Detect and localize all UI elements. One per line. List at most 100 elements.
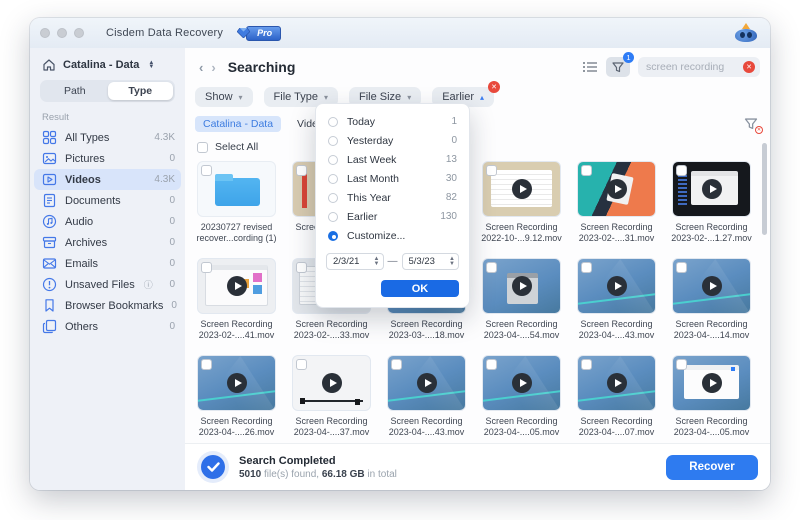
radio-icon[interactable] (328, 117, 338, 127)
ok-button[interactable]: OK (381, 280, 459, 297)
stepper-icon[interactable]: ▲▼ (449, 257, 455, 266)
back-button[interactable]: ‹ (195, 60, 207, 75)
file-checkbox[interactable] (486, 165, 497, 176)
show-filter-dropdown[interactable]: Show▾ (195, 87, 253, 107)
mascot-icon[interactable] (732, 23, 760, 43)
file-checkbox[interactable] (201, 262, 212, 273)
scrollbar[interactable] (762, 143, 767, 235)
file-checkbox[interactable] (391, 359, 402, 370)
tab-type[interactable]: Type (108, 82, 174, 100)
sidebar-item-audio[interactable]: Audio 0 (30, 211, 185, 232)
radio-icon[interactable] (328, 155, 338, 165)
file-card[interactable]: Screen Recording2023-02-....31.mov (569, 161, 664, 244)
file-card[interactable]: Screen Recording2023-04-....14.mov (664, 258, 759, 341)
select-all-checkbox[interactable] (197, 142, 208, 153)
file-card[interactable]: Screen Recording2023-04-....05.mov (664, 355, 759, 438)
minimize-window-button[interactable] (57, 28, 67, 38)
file-card[interactable]: 20230727 revisedrecover...cording (1) (189, 161, 284, 244)
date-from-stepper[interactable]: 2/3/21 ▲▼ (326, 253, 384, 270)
stepper-icon[interactable]: ▲▼ (374, 257, 380, 266)
clear-filters-button[interactable]: ✕ (744, 117, 760, 131)
date-to-stepper[interactable]: 5/3/23 ▲▼ (402, 253, 460, 270)
file-thumbnail[interactable] (577, 258, 656, 314)
file-checkbox[interactable] (296, 165, 307, 176)
option-yesterday[interactable]: Yesterday 0 (316, 131, 469, 150)
radio-icon[interactable] (328, 174, 338, 184)
radio-icon[interactable] (328, 136, 338, 146)
file-card[interactable]: Screen Recording2023-04-....07.mov (569, 355, 664, 438)
tab-path[interactable]: Path (42, 82, 108, 100)
sidebar-item-documents[interactable]: Documents 0 (30, 190, 185, 211)
file-card[interactable]: Screen Recording2023-04-....43.mov (379, 355, 474, 438)
file-card[interactable]: Screen Recording2023-04-....05.mov (474, 355, 569, 438)
others-icon (42, 319, 57, 334)
file-card[interactable]: Screen Recording2023-02-....41.mov (189, 258, 284, 341)
option-customize[interactable]: Customize... (316, 226, 469, 245)
breadcrumb-drive-chip[interactable]: Catalina - Data (195, 116, 281, 132)
folder-thumbnail[interactable] (197, 161, 276, 217)
traffic-lights[interactable] (40, 28, 84, 38)
file-thumbnail[interactable] (482, 355, 561, 411)
file-card[interactable]: Screen Recording2023-02-...1.27.mov (664, 161, 759, 244)
sidebar-item-pictures[interactable]: Pictures 0 (30, 148, 185, 169)
file-card[interactable]: Screen Recording2023-04-....26.mov (189, 355, 284, 438)
close-window-button[interactable] (40, 28, 50, 38)
zoom-window-button[interactable] (74, 28, 84, 38)
sidebar-item-archives[interactable]: Archives 0 (30, 232, 185, 253)
clear-search-icon[interactable]: ✕ (743, 61, 755, 73)
radio-icon[interactable] (328, 193, 338, 203)
file-thumbnail[interactable] (197, 355, 276, 411)
sidebar-item-others[interactable]: Others 0 (30, 316, 185, 337)
file-checkbox[interactable] (581, 165, 592, 176)
info-icon[interactable]: ⓘ (144, 278, 153, 291)
file-card[interactable]: Screen Recording2022-10-...9.12.mov (474, 161, 569, 244)
recover-button[interactable]: Recover (666, 455, 758, 480)
date-filter-panel: Today 1 Yesterday 0 Last Week 13 Last Mo… (315, 103, 470, 308)
sidebar-item-all-types[interactable]: All Types 4.3K (30, 127, 185, 148)
radio-icon[interactable] (328, 212, 338, 222)
file-thumbnail[interactable] (197, 258, 276, 314)
file-checkbox[interactable] (296, 359, 307, 370)
file-thumbnail[interactable] (387, 355, 466, 411)
file-checkbox[interactable] (676, 262, 687, 273)
file-card[interactable]: Screen Recording2023-04-....37.mov (284, 355, 379, 438)
option-last-month[interactable]: Last Month 30 (316, 169, 469, 188)
search-box[interactable]: ✕ (638, 57, 760, 77)
file-card[interactable]: Screen Recording2023-04-....54.mov (474, 258, 569, 341)
option-last-week[interactable]: Last Week 13 (316, 150, 469, 169)
list-view-icon[interactable] (582, 60, 598, 74)
sidebar-item-videos[interactable]: Videos 4.3K (34, 169, 181, 190)
option-earlier[interactable]: Earlier 130 (316, 207, 469, 226)
file-thumbnail[interactable] (577, 355, 656, 411)
sidebar-item-unsaved-files[interactable]: Unsaved Files ⓘ 0 (30, 274, 185, 295)
file-checkbox[interactable] (581, 262, 592, 273)
file-checkbox[interactable] (486, 359, 497, 370)
file-thumbnail[interactable] (292, 355, 371, 411)
remove-filter-badge[interactable]: ✕ (488, 81, 500, 93)
app-window: Cisdem Data Recovery Pro Catalina - Data… (30, 18, 770, 490)
file-thumbnail[interactable] (672, 161, 751, 217)
file-thumbnail[interactable] (577, 161, 656, 217)
file-thumbnail[interactable] (482, 258, 561, 314)
filter-button[interactable]: 1 (606, 57, 630, 77)
file-thumbnail[interactable] (672, 355, 751, 411)
file-checkbox[interactable] (676, 359, 687, 370)
file-thumbnail[interactable] (672, 258, 751, 314)
file-checkbox[interactable] (296, 262, 307, 273)
file-checkbox[interactable] (676, 165, 687, 176)
play-icon (227, 276, 247, 296)
option-today[interactable]: Today 1 (316, 112, 469, 131)
file-thumbnail[interactable] (482, 161, 561, 217)
forward-button[interactable]: › (207, 60, 219, 75)
search-input[interactable] (646, 61, 743, 73)
file-checkbox[interactable] (486, 262, 497, 273)
file-checkbox[interactable] (201, 165, 212, 176)
radio-selected-icon[interactable] (328, 231, 338, 241)
option-this-year[interactable]: This Year 82 (316, 188, 469, 207)
file-checkbox[interactable] (581, 359, 592, 370)
drive-selector[interactable]: Catalina - Data ▲▼ (30, 56, 185, 80)
file-checkbox[interactable] (201, 359, 212, 370)
sidebar-item-browser-bookmarks[interactable]: Browser Bookmarks 0 (30, 295, 185, 316)
sidebar-item-emails[interactable]: Emails 0 (30, 253, 185, 274)
file-card[interactable]: Screen Recording2023-04-....43.mov (569, 258, 664, 341)
